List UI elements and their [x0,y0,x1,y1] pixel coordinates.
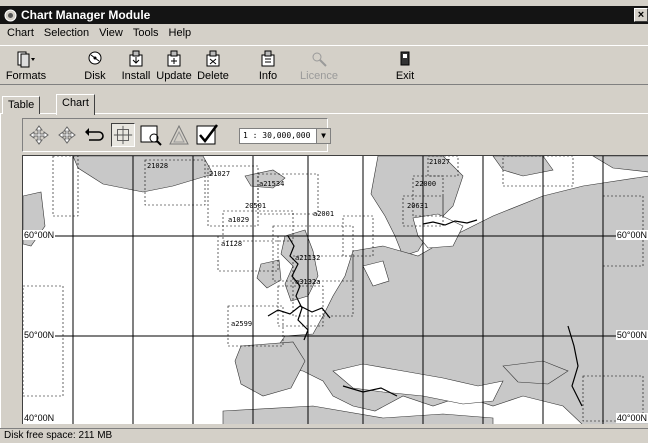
tab-table[interactable]: Table [2,96,41,114]
chart-id-label: 21028 [147,162,168,170]
chart-map[interactable]: 21028 21027 a21534 20501 a1029 a2001 210… [22,155,648,424]
menu-view[interactable]: View [99,27,123,39]
licence-label: Licence [300,70,338,82]
info-button[interactable]: Info [246,50,290,82]
chart-id-label: a21132 [295,254,320,262]
close-button[interactable]: × [634,8,648,22]
chart-id-label: 21027 [209,170,230,178]
chart-id-label: a3132a [295,278,320,286]
update-button[interactable]: Update [152,50,196,82]
status-bar: Disk free space: 211 MB [0,428,648,443]
app-icon [4,9,17,21]
window-title: Chart Manager Module [21,8,151,22]
main-toolbar: Formats Disk Install Update Delete Info … [0,45,648,85]
delete-icon [206,50,220,67]
iberia-land [234,341,306,397]
africa-land [222,405,494,424]
map-canvas[interactable]: 21028 21027 a21534 20501 a1029 a2001 210… [23,156,648,424]
disk-icon [88,51,102,65]
pan-icon[interactable] [27,123,51,147]
chart-id-label: a1128 [221,240,242,248]
triangle-icon[interactable] [167,123,191,147]
chart-id-label: 20501 [245,202,266,210]
menu-chart[interactable]: Chart [7,27,34,39]
chart-id-label: 21027 [429,158,450,166]
menu-help[interactable]: Help [169,27,192,39]
chart-id-label: 20631 [407,202,428,210]
delete-button[interactable]: Delete [191,50,235,82]
zoom-move-icon[interactable] [55,123,79,147]
chart-id-label: a1029 [228,216,249,224]
exit-label: Exit [395,70,415,82]
novaya-land [592,156,648,173]
licence-icon [312,52,327,67]
licence-button[interactable]: Licence [297,50,341,82]
exit-icon [400,51,410,66]
formats-icon [17,51,35,68]
greenland-land [72,156,214,193]
update-label: Update [156,70,192,82]
chart-id-label: a2001 [313,210,334,218]
info-label: Info [258,70,278,82]
disk-label: Disk [84,70,106,82]
britain-land [280,229,319,302]
disk-free-status: Disk free space: 211 MB [4,430,113,441]
zoom-window-icon[interactable] [139,123,163,147]
update-icon [167,50,181,67]
lat-label-40-left: 40°00N [23,413,56,423]
delete-label: Delete [197,70,229,82]
menu-selection[interactable]: Selection [44,27,89,39]
chart-id-label: a2599 [231,320,252,328]
checkmark-icon[interactable] [195,123,219,147]
menu-tools[interactable]: Tools [133,27,159,39]
tab-strip: Table Chart [0,94,648,115]
land-masses [23,156,648,424]
tab-chart[interactable]: Chart [56,94,95,115]
lat-label-40-right: 40°00N [615,413,648,423]
disk-button[interactable]: Disk [73,50,117,82]
info-icon [261,50,275,67]
chart-id-label: 22000 [415,180,436,188]
crosshair-icon[interactable] [111,123,135,147]
exit-button[interactable]: Exit [383,50,427,82]
svalbard-land [492,156,554,177]
formats-button[interactable]: Formats [4,50,48,82]
scale-select[interactable]: 1 : 30,000,000 ▼ [239,128,331,144]
lat-label-50-right: 50°00N [615,330,648,340]
lat-label-50-left: 50°00N [23,330,56,340]
menu-bar: Chart Selection View Tools Help [0,24,648,42]
scale-value: 1 : 30,000,000 [243,131,311,140]
lat-label-60-right: 60°00N [615,230,648,240]
undo-icon[interactable] [83,123,107,147]
lat-label-60-left: 60°00N [23,230,56,240]
install-icon [129,50,143,67]
chevron-down-icon[interactable]: ▼ [316,129,330,143]
chart-id-label: a21534 [259,180,284,188]
title-bar: Chart Manager Module × [0,6,648,24]
formats-label: Formats [5,70,47,82]
chart-toolbar: 1 : 30,000,000 ▼ [22,118,331,152]
ireland-land [256,259,282,289]
